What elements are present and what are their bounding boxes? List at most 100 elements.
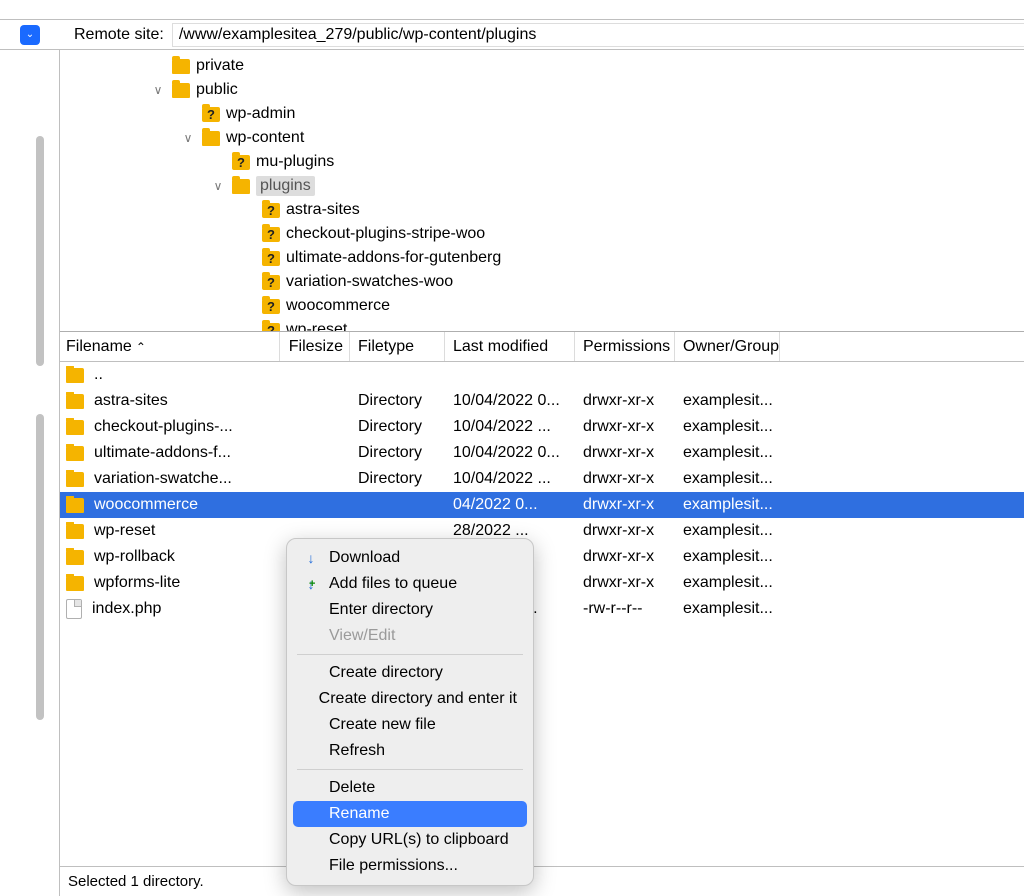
file-rows[interactable]: ..astra-sitesDirectory10/04/2022 0...drw…: [60, 362, 1024, 866]
list-item[interactable]: ..: [60, 362, 1024, 388]
filename-label: index.php: [92, 600, 161, 618]
list-item[interactable]: ultimate-addons-f... Directory10/04/2022 …: [60, 440, 1024, 466]
tree-item-label: wp-admin: [226, 105, 295, 123]
owner-cell: examplesit...: [675, 444, 780, 462]
tree-item[interactable]: ?variation-swatches-woo: [60, 270, 1024, 294]
chevron-down-icon: ⌄: [26, 29, 34, 40]
context-menu: ↓ Download ↓ Add files to queue Enter di…: [286, 538, 534, 886]
ctx-create-directory-enter[interactable]: Create directory and enter it: [293, 686, 527, 712]
owner-cell: examplesit...: [675, 600, 780, 618]
tree-item[interactable]: ∨wp-content: [60, 126, 1024, 150]
permissions-cell: drwxr-xr-x: [575, 496, 675, 514]
tree-item[interactable]: ∨ public: [60, 78, 1024, 102]
separator: [297, 769, 523, 770]
column-filesize[interactable]: Filesize: [280, 332, 350, 361]
tree-item[interactable]: ?wp-reset: [60, 318, 1024, 332]
tree-item[interactable]: ?ultimate-addons-for-gutenberg: [60, 246, 1024, 270]
folder-icon: [66, 446, 84, 461]
owner-cell: examplesit...: [675, 522, 780, 540]
filetype-cell: Directory: [350, 444, 445, 462]
ctx-create-new-file[interactable]: Create new file: [293, 712, 527, 738]
filename-label: ultimate-addons-f...: [94, 444, 231, 462]
remote-tree[interactable]: private∨public?wp-admin∨wp-content?mu-pl…: [60, 50, 1024, 332]
folder-icon: [66, 550, 84, 565]
ctx-download[interactable]: ↓ Download: [293, 545, 527, 571]
file-icon: [66, 599, 82, 619]
download-icon: ↓: [303, 550, 319, 566]
disclosure-icon[interactable]: ∨: [150, 83, 166, 97]
tree-item[interactable]: ?wp-admin: [60, 102, 1024, 126]
ctx-view-edit: View/Edit: [293, 623, 527, 649]
owner-cell: examplesit...: [675, 496, 780, 514]
column-label: Filename: [66, 338, 132, 356]
dropdown-history-button[interactable]: ⌄: [20, 25, 40, 45]
folder-icon: [66, 368, 84, 383]
ctx-copy-urls[interactable]: Copy URL(s) to clipboard: [293, 827, 527, 853]
left-gutter: [0, 50, 60, 896]
folder-icon: [202, 131, 220, 146]
ctx-file-permissions[interactable]: File permissions...: [293, 853, 527, 879]
tree-item-label: woocommerce: [286, 297, 390, 315]
modified-cell: 10/04/2022 0...: [445, 444, 575, 462]
tree-item[interactable]: ?mu-plugins: [60, 150, 1024, 174]
owner-cell: examplesit...: [675, 548, 780, 566]
column-permissions[interactable]: Permissions: [575, 332, 675, 361]
list-item[interactable]: checkout-plugins-...Directory10/04/2022 …: [60, 414, 1024, 440]
list-item[interactable]: astra-sitesDirectory10/04/2022 0...drwxr…: [60, 388, 1024, 414]
permissions-cell: drwxr-xr-x: [575, 574, 675, 592]
disclosure-icon[interactable]: ∨: [180, 131, 196, 145]
tree-item-label: public: [196, 81, 238, 99]
tree-item-label: variation-swatches-woo: [286, 273, 453, 291]
filename-label: astra-sites: [94, 392, 168, 410]
owner-cell: examplesit...: [675, 574, 780, 592]
filename-label: ..: [94, 366, 103, 384]
scrollbar-thumb[interactable]: [36, 136, 44, 366]
ctx-add-to-queue[interactable]: ↓ Add files to queue: [293, 571, 527, 597]
folder-icon: [66, 524, 84, 539]
list-item[interactable]: wp-reset28/2022 ...drwxr-xr-xexamplesit.…: [60, 518, 1024, 544]
tree-item[interactable]: ?astra-sites: [60, 198, 1024, 222]
ctx-create-directory[interactable]: Create directory: [293, 660, 527, 686]
filename-label: variation-swatche...: [94, 470, 232, 488]
scrollbar-thumb[interactable]: [36, 414, 44, 720]
history-gutter: ⌄: [0, 20, 60, 49]
tree-item[interactable]: ?checkout-plugins-stripe-woo: [60, 222, 1024, 246]
folder-icon: [232, 179, 250, 194]
column-last-modified[interactable]: Last modified: [445, 332, 575, 361]
tree-item[interactable]: ∨plugins: [60, 174, 1024, 198]
modified-cell: 10/04/2022 ...: [445, 470, 575, 488]
tree-item[interactable]: private: [60, 54, 1024, 78]
owner-cell: examplesit...: [675, 418, 780, 436]
folder-unknown-icon: ?: [262, 323, 280, 333]
list-item[interactable]: index.php05/2021 0...-rw-r--r--examplesi…: [60, 596, 1024, 622]
status-text: Selected 1 directory.: [68, 873, 204, 890]
filename-label: wp-rollback: [94, 548, 175, 566]
ctx-enter-directory[interactable]: Enter directory: [293, 597, 527, 623]
filename-label: woocommerce: [94, 496, 198, 514]
tree-item-label: ultimate-addons-for-gutenberg: [286, 249, 501, 267]
owner-cell: examplesit...: [675, 470, 780, 488]
remote-path-input[interactable]: [172, 23, 1024, 47]
column-owner-group[interactable]: Owner/Group: [675, 332, 780, 361]
list-item[interactable]: woocommerce 04/2022 0...drwxr-xr-xexample…: [60, 492, 1024, 518]
folder-unknown-icon: ?: [232, 155, 250, 170]
add-queue-icon: ↓: [303, 576, 319, 592]
toolbar: [0, 0, 1024, 20]
folder-unknown-icon: ?: [262, 227, 280, 242]
filetype-cell: Directory: [350, 392, 445, 410]
tree-item[interactable]: ?woocommerce: [60, 294, 1024, 318]
folder-icon: [66, 472, 84, 487]
folder-icon: [66, 394, 84, 409]
ctx-rename[interactable]: Rename: [293, 801, 527, 827]
list-item[interactable]: wp-rollback04/2022 ...drwxr-xr-xexamples…: [60, 544, 1024, 570]
disclosure-icon[interactable]: ∨: [210, 179, 226, 193]
list-item[interactable]: wpforms-lite04/2022 ...drwxr-xr-xexample…: [60, 570, 1024, 596]
list-item[interactable]: variation-swatche...Directory10/04/2022 …: [60, 466, 1024, 492]
column-filetype[interactable]: Filetype: [350, 332, 445, 361]
ctx-delete[interactable]: Delete: [293, 775, 527, 801]
ctx-refresh[interactable]: Refresh: [293, 738, 527, 764]
folder-icon: [172, 83, 190, 98]
modified-cell: 04/2022 0...: [445, 496, 575, 514]
column-filename[interactable]: Filename ⌃: [60, 332, 280, 361]
folder-unknown-icon: ?: [262, 203, 280, 218]
